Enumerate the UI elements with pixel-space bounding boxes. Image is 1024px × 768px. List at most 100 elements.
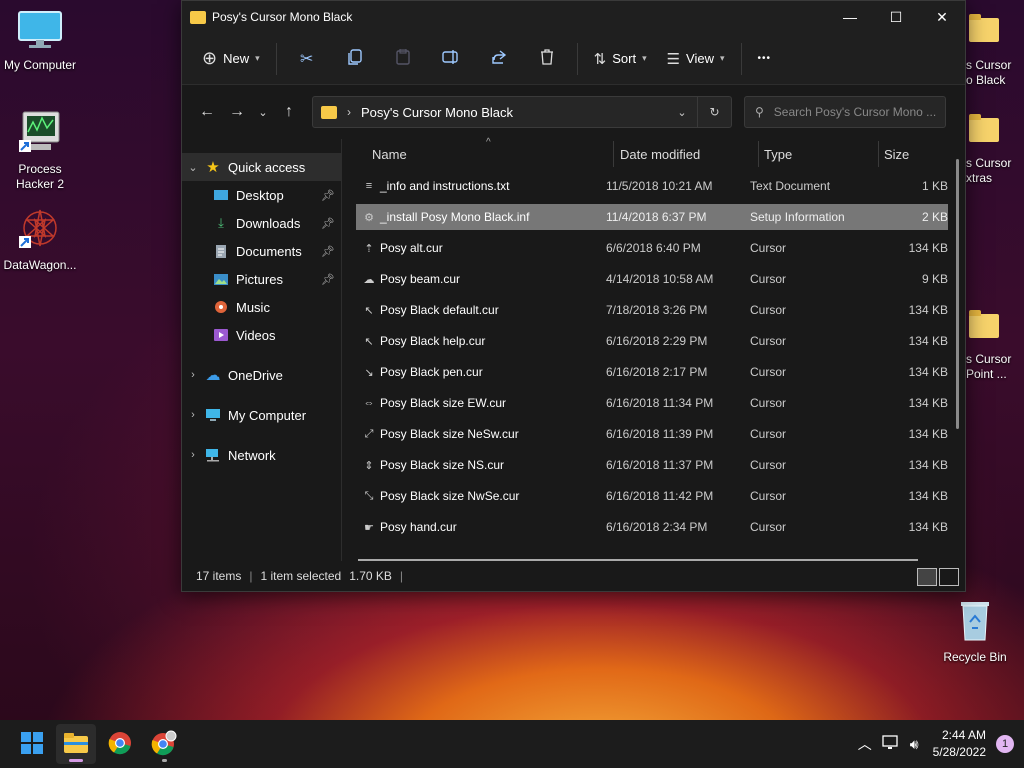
copy-button[interactable] — [341, 41, 369, 77]
column-divider[interactable] — [613, 141, 614, 167]
file-row[interactable]: ⚙ _install Posy Mono Black.inf 11/4/2018 6… — [356, 204, 948, 230]
title-bar[interactable]: Posy's Cursor Mono Black — ☐ ✕ — [182, 1, 965, 33]
desktop-icon-recycle-bin[interactable]: Recycle Bin — [935, 598, 1015, 665]
new-button[interactable]: ⊕ New ▾ — [192, 41, 270, 77]
desktop-icon-datawagon[interactable]: DataWagon... — [0, 206, 80, 273]
nav-item-documents[interactable]: Documents 📌︎ — [182, 237, 341, 265]
desktop-icon-my-computer[interactable]: My Computer — [0, 10, 80, 73]
file-row[interactable]: ⇡ Posy alt.cur 6/6/2018 6:40 PM Cursor 134 K… — [356, 235, 948, 261]
new-label: New — [223, 51, 250, 66]
download-icon: ⤓ — [218, 215, 224, 230]
file-size: 134 KB — [908, 427, 948, 441]
column-size[interactable]: Size — [884, 147, 909, 162]
search-box[interactable]: ⚲ Search Posy's Cursor Mono ... — [744, 96, 946, 128]
details-view-button[interactable] — [917, 568, 937, 586]
file-row[interactable]: ☛ Posy hand.cur 6/16/2018 2:34 PM Cursor 134… — [356, 514, 948, 540]
process-hacker-icon — [0, 108, 80, 158]
view-button[interactable]: ☰ View ▾ — [657, 41, 735, 77]
nav-my-computer[interactable]: › My Computer — [182, 401, 341, 429]
chevron-down-icon: ⌄ — [188, 161, 198, 174]
file-name: Posy Black size EW.cur — [380, 396, 507, 410]
close-button[interactable]: ✕ — [919, 1, 965, 33]
file-type: Text Document — [750, 179, 831, 193]
nav-item-desktop[interactable]: Desktop 📌︎ — [182, 181, 341, 209]
file-row[interactable]: ⤢ Posy Black size NeSw.cur 6/16/2018 11:39… — [356, 421, 948, 447]
file-type-icon: ⚙ — [364, 211, 374, 224]
address-dropdown-button[interactable]: ⌄ — [667, 105, 697, 119]
chevron-down-icon: ⌄ — [677, 107, 687, 119]
running-indicator — [162, 759, 167, 762]
pin-icon: 📌︎ — [321, 273, 335, 286]
more-button[interactable]: ••• — [748, 41, 782, 77]
forward-button[interactable]: → — [222, 97, 252, 127]
file-name: Posy Black default.cur — [380, 303, 499, 317]
column-name[interactable]: Name — [372, 147, 407, 162]
status-bar: 17 items | 1 item selected 1.70 KB | — [182, 561, 965, 591]
clock[interactable]: 2:44 AM 5/28/2022 — [933, 727, 986, 761]
start-button[interactable] — [12, 724, 52, 764]
file-row[interactable]: ☁ Posy beam.cur 4/14/2018 10:58 AM Cursor 9 … — [356, 266, 949, 292]
nav-network[interactable]: › Network — [182, 441, 341, 469]
file-row[interactable]: ⤡ Posy Black size NwSe.cur 6/16/2018 11:42… — [356, 483, 948, 509]
file-row[interactable]: ⇔ Posy Black size EW.cur 6/16/2018 11:34 P… — [356, 390, 949, 416]
column-type[interactable]: Type — [764, 147, 792, 162]
column-date-modified[interactable]: Date modified — [620, 147, 700, 162]
volume-icon[interactable]: 🔊︎ — [910, 736, 919, 753]
sort-button[interactable]: ⇅ Sort ▾ — [584, 41, 657, 77]
file-date: 6/16/2018 2:34 PM — [606, 520, 708, 534]
view-toggle — [917, 568, 959, 586]
pin-icon: 📌︎ — [321, 217, 335, 230]
taskbar-chrome[interactable] — [100, 724, 140, 764]
chrome-icon — [108, 731, 132, 758]
file-type-icon: ↖ — [364, 304, 374, 317]
file-name: _info and instructions.txt — [380, 179, 510, 193]
vertical-scrollbar[interactable] — [956, 159, 959, 429]
taskbar-file-explorer[interactable] — [56, 724, 96, 764]
file-row[interactable]: ⇕ Posy Black size NS.cur 6/16/2018 11:37 P… — [356, 452, 948, 478]
file-row[interactable]: ↖ Posy Black default.cur 7/18/2018 3:26 PM… — [356, 297, 948, 323]
notification-badge[interactable]: 1 — [996, 735, 1014, 753]
file-type-icon: ↖ — [364, 335, 374, 348]
tiles-view-button[interactable] — [939, 568, 959, 586]
delete-button[interactable] — [533, 41, 561, 77]
share-button[interactable] — [485, 41, 513, 77]
chevron-up-icon[interactable]: ︿ — [858, 734, 872, 754]
column-divider[interactable] — [878, 141, 879, 167]
column-divider[interactable] — [758, 141, 759, 167]
breadcrumb-path[interactable]: Posy's Cursor Mono Black — [361, 105, 667, 120]
desktop-folder-3[interactable]: s Cursor Point ... — [966, 310, 1024, 382]
status-separator: | — [399, 569, 404, 583]
maximize-button[interactable]: ☐ — [873, 1, 919, 33]
file-size: 134 KB — [908, 334, 948, 348]
file-type: Cursor — [750, 334, 787, 348]
recycle-bin-icon — [935, 598, 1015, 646]
file-row[interactable]: ↖ Posy Black help.cur 6/16/2018 2:29 PM Cur… — [356, 328, 948, 354]
nav-item-videos[interactable]: Videos — [182, 321, 341, 349]
file-size: 1 KB — [921, 179, 948, 193]
nav-label: Downloads — [236, 215, 301, 231]
address-bar[interactable]: › Posy's Cursor Mono Black ⌄ ↻ — [312, 96, 732, 128]
up-button[interactable]: ↑ — [274, 97, 304, 127]
cut-button[interactable]: ✂ — [293, 41, 321, 77]
nav-item-pictures[interactable]: Pictures 📌︎ — [182, 265, 341, 293]
file-row[interactable]: ≡ _info and instructions.txt 11/5/2018 10:… — [356, 173, 948, 199]
desktop-folder-2[interactable]: s Cursor xtras — [966, 114, 1024, 186]
desktop-folder-1[interactable]: s Cursor o Black — [966, 14, 1024, 88]
back-button[interactable]: ← — [192, 97, 222, 127]
network-status-icon[interactable] — [882, 734, 900, 754]
desktop-icon-process-hacker[interactable]: Process Hacker 2 — [0, 108, 80, 192]
file-row[interactable]: ↘ Posy Black pen.cur 6/16/2018 2:17 PM Curs… — [356, 359, 948, 385]
nav-onedrive[interactable]: › ☁ OneDrive — [182, 361, 341, 389]
rename-button[interactable] — [437, 41, 465, 77]
nav-item-music[interactable]: Music — [182, 293, 341, 321]
nav-item-downloads[interactable]: ⤓ Downloads 📌︎ — [182, 209, 341, 237]
recent-locations-button[interactable]: ⌄ — [252, 97, 274, 127]
taskbar-chrome-profile[interactable] — [144, 724, 184, 764]
view-icon: ☰ — [666, 50, 681, 68]
sort-label: Sort — [612, 51, 637, 66]
refresh-button[interactable]: ↻ — [697, 97, 731, 127]
paste-button[interactable] — [389, 41, 417, 77]
minimize-button[interactable]: — — [827, 1, 873, 33]
copy-icon — [347, 49, 362, 68]
nav-quick-access[interactable]: ⌄ ★ Quick access — [182, 153, 341, 181]
